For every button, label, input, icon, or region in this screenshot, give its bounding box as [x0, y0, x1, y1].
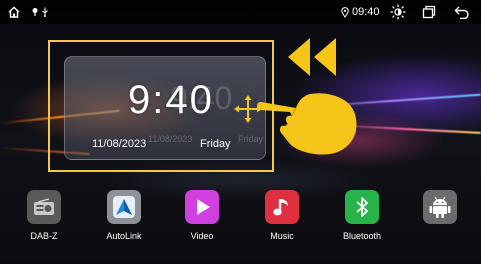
app-dock: DAB-Z AutoLink Video Music Bluetooth	[0, 186, 481, 264]
autolink-icon	[107, 190, 141, 224]
clock-day: Friday	[200, 138, 231, 150]
pin-icon	[30, 0, 40, 24]
usb-icon	[40, 0, 50, 24]
app-autolink[interactable]: AutoLink	[94, 186, 154, 256]
app-dab-z[interactable]: DAB-Z	[14, 186, 74, 256]
app-music[interactable]: Music	[252, 186, 312, 256]
back-icon[interactable]	[450, 0, 474, 24]
recent-apps-icon[interactable]	[418, 0, 440, 24]
status-time: 09:40	[352, 6, 380, 18]
home-icon[interactable]	[4, 0, 24, 24]
rewind-arrows-icon	[288, 38, 336, 76]
app-label: DAB-Z	[30, 231, 58, 241]
home-screen: 09:40 9:40 11/08/2023 Friday 9:40 11/08/…	[0, 0, 481, 264]
app-video[interactable]: Video	[172, 186, 232, 256]
app-label: Video	[190, 231, 214, 241]
clock-time: 9:40	[128, 78, 214, 122]
app-android[interactable]	[410, 186, 470, 256]
android-icon	[423, 190, 457, 224]
radio-icon	[27, 190, 61, 224]
brightness-icon[interactable]	[386, 0, 410, 24]
app-bluetooth[interactable]: Bluetooth	[332, 186, 392, 256]
app-label: Music	[270, 231, 294, 241]
status-bar: 09:40	[0, 0, 481, 24]
play-icon	[185, 190, 219, 224]
app-label: Bluetooth	[342, 231, 382, 241]
bluetooth-icon	[345, 190, 379, 224]
location-icon	[340, 0, 350, 24]
clock-widget-drag-preview-date: 11/08/2023	[148, 134, 193, 144]
music-note-icon	[265, 190, 299, 224]
pointing-hand-icon	[257, 93, 357, 155]
clock-date: 11/08/2023	[92, 138, 147, 150]
app-label: AutoLink	[106, 231, 142, 241]
